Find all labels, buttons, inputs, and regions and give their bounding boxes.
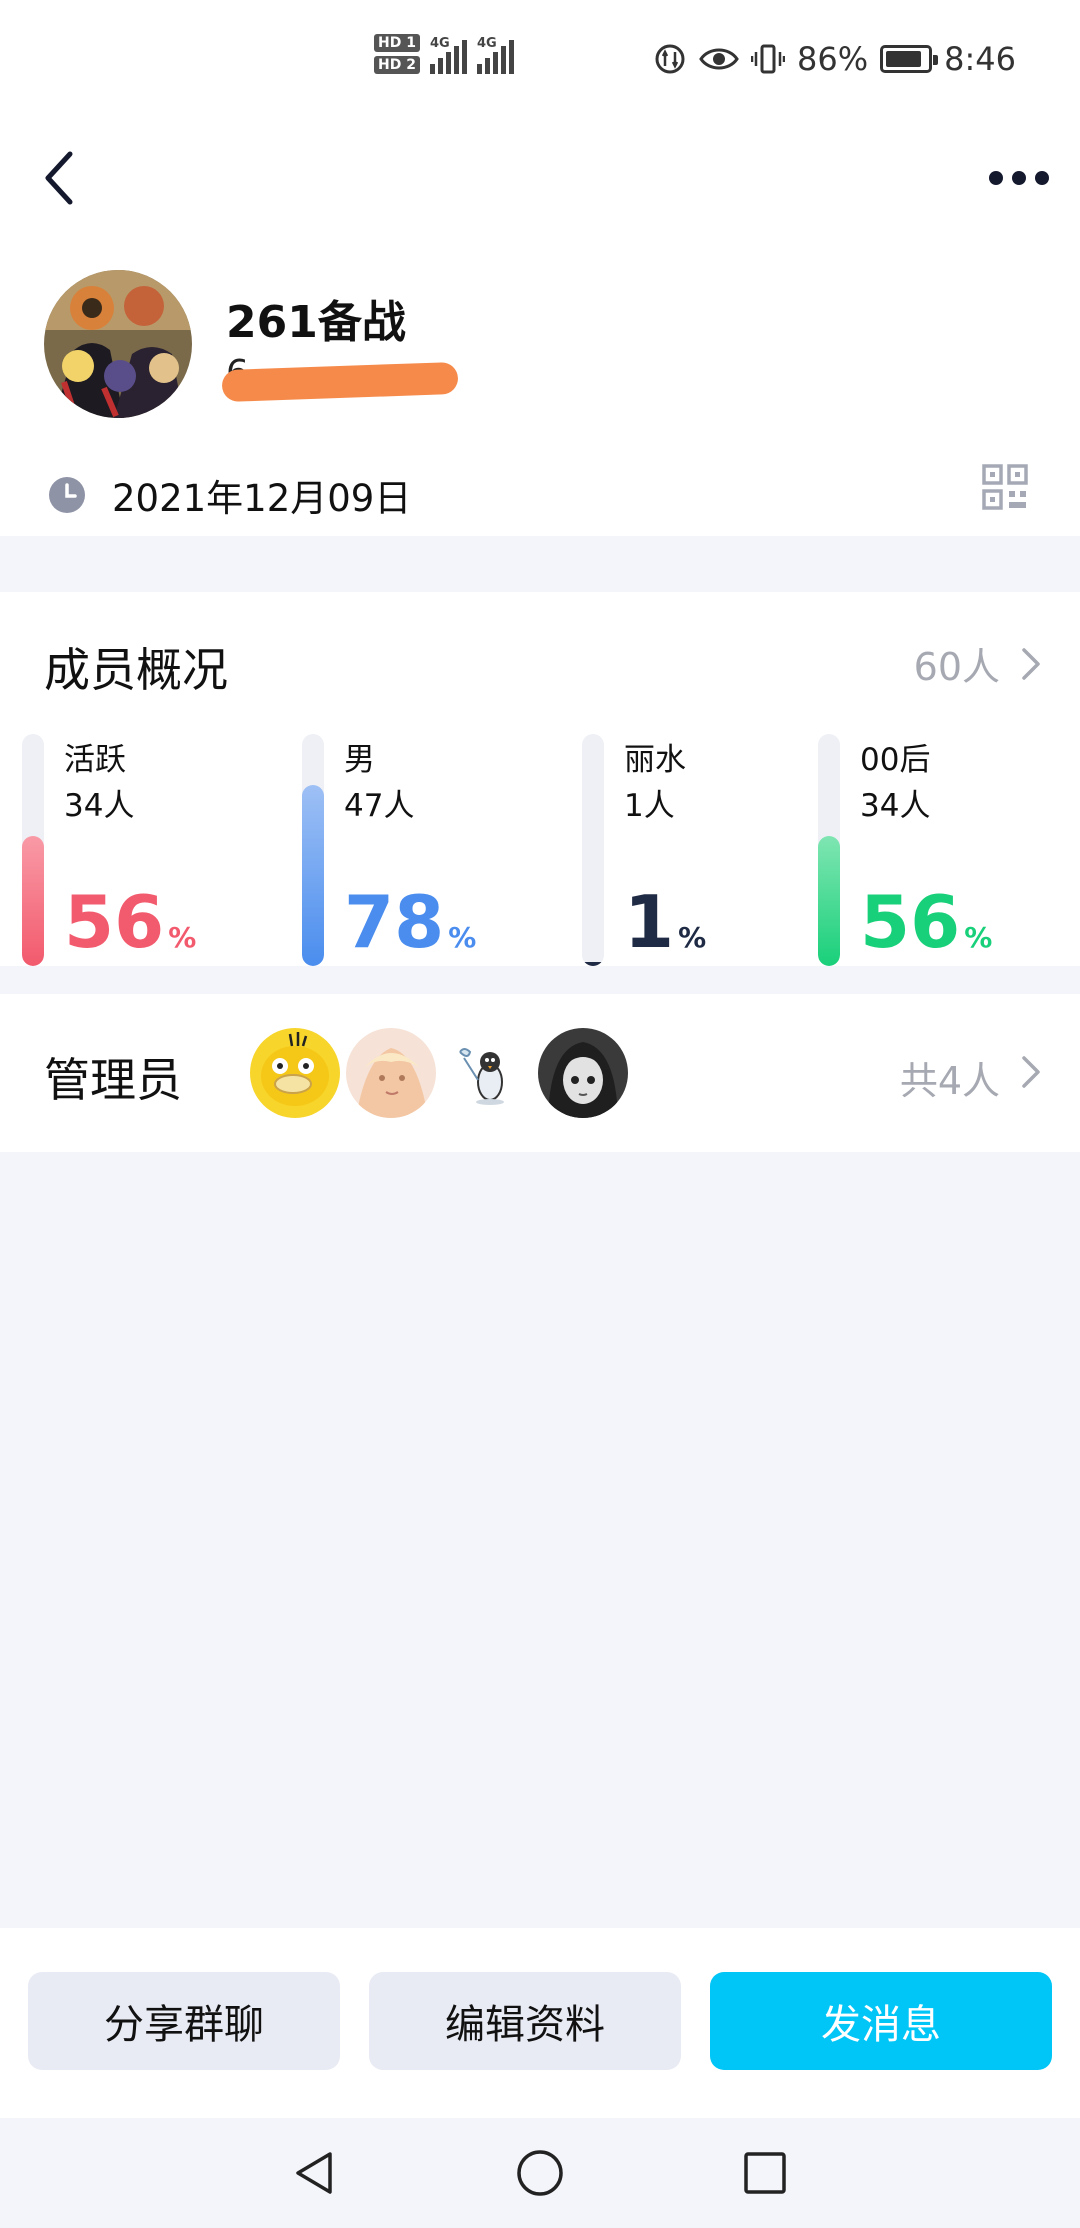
admin-avatar-psyduck[interactable] [250, 1028, 340, 1118]
group-profile-page: HD 1 HD 2 4G 4G 86% 8:46 261备战 2021年12月0… [0, 0, 1080, 2228]
signal-2-icon: 4G [476, 34, 514, 74]
send-message-button[interactable]: 发消息 [710, 1972, 1052, 2070]
battery-percent: 86% [797, 40, 869, 78]
member-stat-3: 00后 34人 56% [818, 734, 1078, 966]
stat-bar-fill [582, 962, 604, 966]
stat-percent: 1% [624, 882, 706, 978]
admins-title: 管理员 [44, 1053, 182, 1107]
admin-avatar-penguin[interactable] [442, 1028, 532, 1118]
redaction-mark [221, 361, 459, 403]
system-navigation-bar [0, 2118, 1080, 2228]
status-bar: HD 1 HD 2 4G 4G 86% 8:46 [0, 0, 1080, 128]
stat-percent-value: 56 [860, 880, 961, 964]
nav-home-icon[interactable] [515, 2148, 565, 2198]
clock-icon [49, 477, 85, 513]
stat-percent-value: 78 [344, 880, 445, 964]
share-group-button[interactable]: 分享群聊 [28, 1972, 340, 2070]
admins-total: 共4人 [899, 1059, 1000, 1103]
stat-percent: 56% [860, 882, 992, 978]
admin-avatar-grayscale[interactable] [538, 1028, 628, 1118]
data-saver-icon [655, 44, 685, 74]
eye-icon [699, 48, 739, 70]
stat-percent-sign: % [448, 921, 477, 954]
stat-percent-sign: % [168, 921, 197, 954]
stat-percent-sign: % [964, 921, 993, 954]
chevron-right-icon [1022, 1056, 1040, 1088]
group-avatar-image [44, 270, 192, 418]
net1-label: 4G [429, 36, 450, 51]
hd1-icon: HD 1 [374, 34, 420, 52]
group-profile-header: 261备战 6 2021年12月09日 [0, 228, 1080, 536]
stat-bar-fill [818, 836, 840, 966]
admin-avatars [250, 1028, 628, 1118]
battery-icon [880, 45, 939, 73]
group-avatar[interactable] [44, 270, 192, 418]
nav-recents-icon[interactable] [740, 2148, 790, 2198]
stat-percent: 78% [344, 882, 476, 978]
members-total: 60人 [913, 645, 1000, 689]
stat-percent-value: 1 [624, 880, 675, 964]
members-overview-card[interactable]: 成员概况 60人 活跃 34人 56% 男 47人 78% 丽水 1人 1% 00后 34人 56% [0, 592, 1080, 966]
created-date-row: 2021年12月09日 [48, 468, 411, 522]
more-dot-icon [989, 171, 1003, 185]
group-name: 261备战 [226, 297, 406, 348]
admins-row[interactable]: 管理员 共4人 [0, 994, 1080, 1152]
grayscale-girl-avatar-image [538, 1028, 628, 1118]
more-options-button[interactable] [984, 158, 1054, 198]
vibrate-icon [751, 44, 786, 74]
member-stat-0: 活跃 34人 56% [22, 734, 282, 966]
stat-percent: 56% [64, 882, 196, 978]
member-stat-2: 丽水 1人 1% [582, 734, 842, 966]
chevron-right-icon [1022, 648, 1040, 680]
signal-1-icon: 4G [429, 34, 467, 74]
status-right: 86% 8:46 [653, 40, 1016, 78]
stat-count: 1人 [624, 788, 675, 824]
back-button[interactable] [40, 146, 100, 210]
stat-label: 男 [344, 742, 375, 778]
stat-bar-track [22, 734, 44, 966]
network-indicators: HD 1 HD 2 4G 4G [374, 34, 514, 74]
stat-label: 00后 [860, 742, 931, 778]
stat-count: 34人 [860, 788, 931, 824]
admin-avatar-anime[interactable] [346, 1028, 436, 1118]
edit-profile-button[interactable]: 编辑资料 [369, 1972, 681, 2070]
stat-percent-sign: % [678, 921, 707, 954]
stat-label: 活跃 [64, 742, 126, 778]
more-dot-icon [1012, 171, 1026, 185]
member-stat-1: 男 47人 78% [302, 734, 562, 966]
action-bar: 分享群聊 编辑资料 发消息 [0, 1928, 1080, 2118]
stat-count: 34人 [64, 788, 135, 824]
hd-icons: HD 1 HD 2 [374, 34, 420, 74]
top-navigation [0, 128, 1080, 228]
hd2-icon: HD 2 [374, 56, 420, 74]
members-overview-title: 成员概况 [44, 643, 228, 697]
stat-bar-fill [22, 836, 44, 966]
more-dot-icon [1035, 171, 1049, 185]
qr-code-icon[interactable] [982, 464, 1028, 510]
penguin-avatar-image [442, 1028, 532, 1118]
nav-back-icon[interactable] [290, 2148, 340, 2198]
stat-bar-fill [302, 785, 324, 966]
stat-percent-value: 56 [64, 880, 165, 964]
created-date: 2021年12月09日 [112, 477, 412, 520]
clock-time: 8:46 [944, 40, 1016, 78]
back-arrow-icon [45, 151, 73, 205]
anime-girl-avatar-image [346, 1028, 436, 1118]
stat-bar-track [818, 734, 840, 966]
stat-label: 丽水 [624, 742, 686, 778]
stat-bar-track [302, 734, 324, 966]
stat-bar-track [582, 734, 604, 966]
net2-label: 4G [476, 36, 497, 51]
psyduck-avatar-image [250, 1028, 340, 1118]
stat-count: 47人 [344, 788, 415, 824]
